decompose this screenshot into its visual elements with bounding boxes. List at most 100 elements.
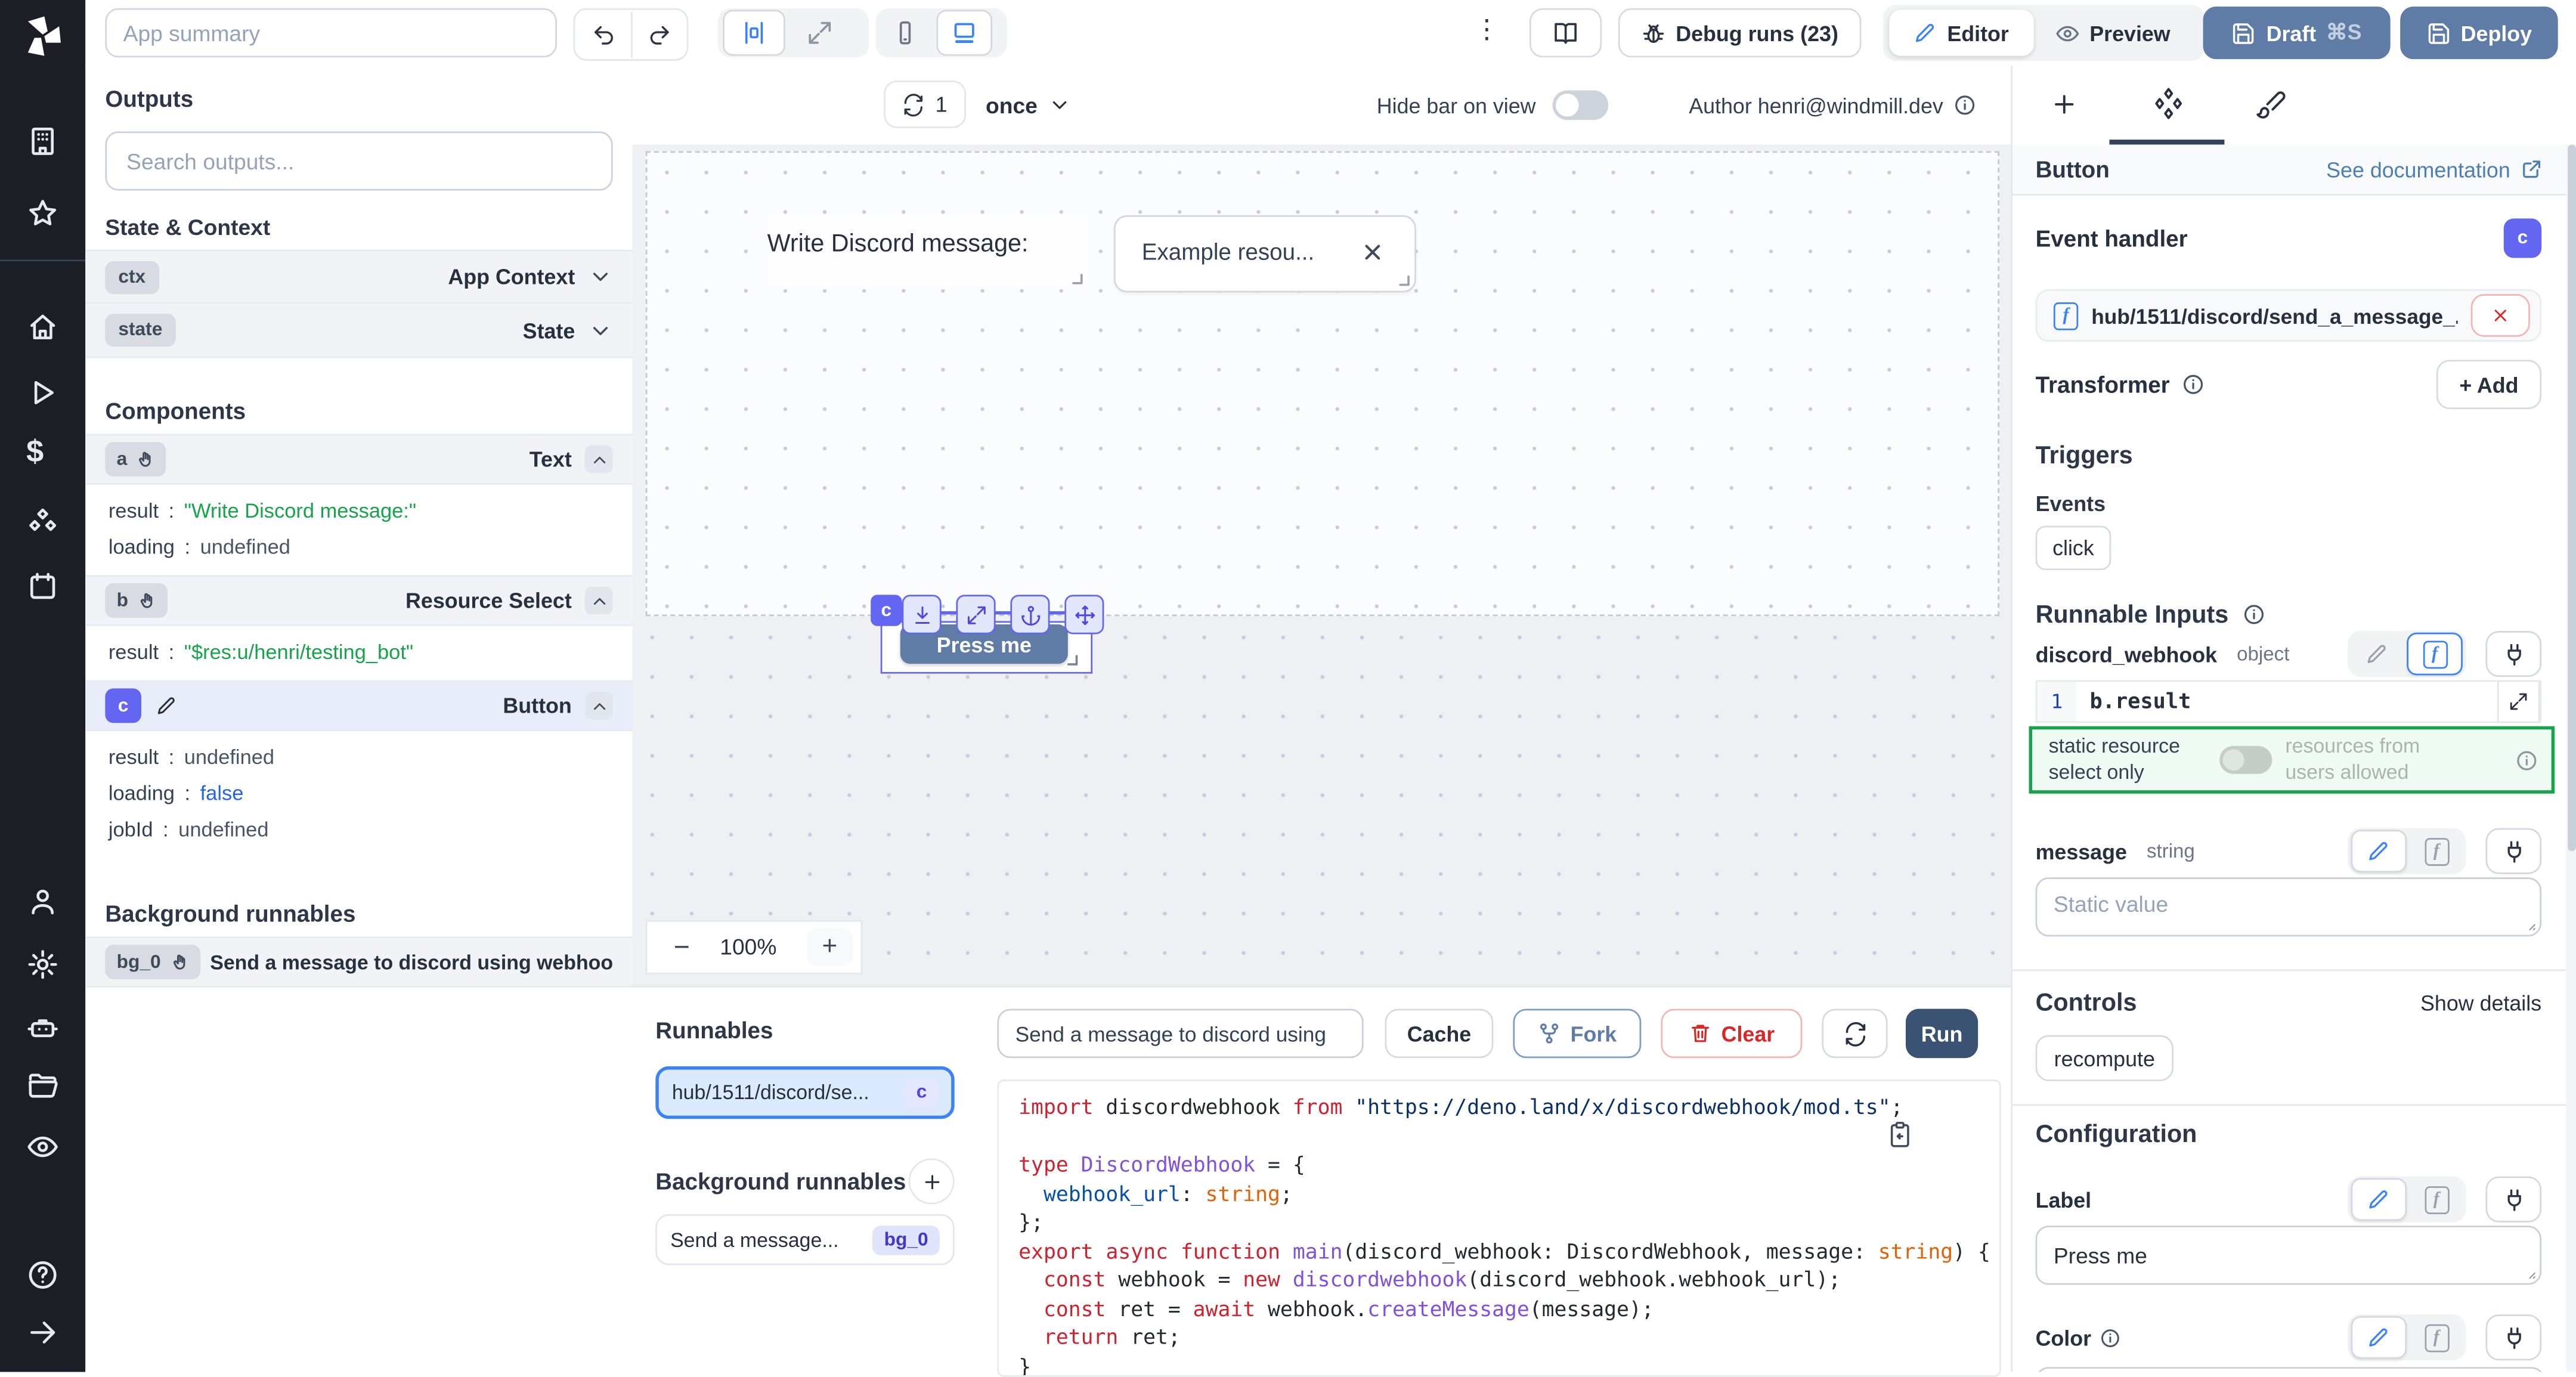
resize-grip-icon[interactable] [2522, 1265, 2537, 1280]
recompute-chip[interactable]: recompute [2036, 1035, 2174, 1081]
fork-button[interactable]: Fork [1513, 1009, 1641, 1059]
static-mode-button[interactable] [2351, 1316, 2407, 1359]
frequency-dropdown[interactable]: once [986, 85, 1070, 125]
info-icon[interactable] [2181, 373, 2205, 396]
rail-item-help[interactable] [26, 1258, 59, 1291]
static-mode-button[interactable] [2351, 634, 2404, 673]
anchor-component-button[interactable] [1010, 595, 1049, 634]
collapse-button[interactable] [585, 692, 613, 720]
debug-runs-button[interactable]: Debug runs (23) [1618, 8, 1862, 58]
ctx-row[interactable]: ctx App Context [85, 250, 632, 304]
event-handler-runnable[interactable]: f hub/1511/discord/send_a_message_... [2036, 289, 2542, 342]
text-component[interactable]: Write Discord message: [767, 215, 1088, 289]
connect-input-button[interactable] [2485, 1314, 2541, 1360]
zoom-out-button[interactable]: − [674, 931, 690, 964]
insert-below-button[interactable] [902, 595, 942, 634]
docs-button[interactable] [1530, 8, 1602, 58]
add-bg-runnable-button[interactable] [909, 1158, 955, 1204]
rail-item-expand[interactable] [26, 1316, 59, 1349]
info-icon[interactable] [2241, 603, 2265, 626]
bg-runnable-item[interactable]: Send a message... bg_0 [655, 1214, 954, 1265]
info-icon[interactable] [2100, 1327, 2121, 1348]
rail-item-home[interactable] [26, 311, 59, 344]
rail-item-folders[interactable] [26, 1070, 59, 1103]
rail-item-resources[interactable] [26, 506, 59, 539]
rail-item-workers[interactable] [26, 1010, 59, 1043]
collapse-button[interactable] [585, 587, 613, 615]
tab-preview[interactable]: Preview [2041, 10, 2185, 56]
move-component-button[interactable] [1064, 595, 1104, 634]
connect-input-button[interactable] [2485, 1177, 2541, 1223]
eval-mode-button[interactable]: f [2410, 1318, 2463, 1357]
component-c-header[interactable]: c Button [85, 680, 632, 731]
see-documentation-link[interactable]: See documentation [2326, 157, 2543, 181]
component-settings-tab[interactable] [2152, 87, 2185, 120]
undo-button[interactable] [575, 22, 631, 47]
code-editor[interactable]: import discordwebhook from "https://deno… [997, 1079, 2001, 1377]
label-input[interactable] [2036, 1226, 2542, 1285]
resource-select-component[interactable]: Example resou... [1114, 215, 1416, 292]
state-row[interactable]: state State [85, 304, 632, 358]
bg0-row[interactable]: bg_0 Send a message to discord using web… [85, 936, 632, 987]
eval-mode-button[interactable]: f [2410, 1180, 2463, 1219]
search-outputs-input[interactable] [105, 131, 612, 190]
scrollbar[interactable] [2566, 144, 2576, 1372]
expand-expr-button[interactable] [2497, 680, 2540, 723]
rail-item-variables[interactable]: $ [26, 435, 44, 472]
static-resource-toggle[interactable] [2219, 746, 2272, 774]
message-textarea[interactable] [2036, 877, 2542, 936]
connect-input-button[interactable] [2485, 828, 2541, 874]
runnable-selected-item[interactable]: hub/1511/discord/se... c [655, 1066, 954, 1119]
zoom-in-button[interactable]: + [807, 929, 853, 966]
kebab-menu[interactable]: ⋮ [1473, 13, 1500, 46]
eval-mode-button[interactable]: f [2410, 831, 2463, 871]
script-name-input[interactable] [997, 1009, 1363, 1059]
rail-item-settings[interactable] [26, 948, 59, 981]
color-input-partial[interactable] [2036, 1367, 2545, 1372]
desktop-view-button[interactable] [936, 10, 992, 56]
static-mode-button[interactable] [2351, 1178, 2407, 1221]
static-mode-button[interactable] [2351, 830, 2407, 872]
clear-selection-icon[interactable] [1360, 240, 1385, 264]
show-details-link[interactable]: Show details [2420, 990, 2541, 1014]
reload-code-button[interactable] [1822, 1009, 1887, 1059]
rail-item-favorites[interactable] [26, 197, 59, 230]
eval-mode-button[interactable]: f [2407, 633, 2463, 676]
resize-handle[interactable] [1395, 271, 1411, 288]
app-summary-input[interactable] [105, 8, 557, 58]
insert-component-tab[interactable] [2050, 91, 2078, 119]
resize-grip-icon[interactable] [2522, 917, 2537, 932]
rail-item-runs[interactable] [26, 376, 59, 409]
rail-item-user[interactable] [26, 886, 59, 918]
connect-input-button[interactable] [2485, 631, 2541, 677]
styling-tab[interactable] [2256, 89, 2287, 120]
refresh-count-button[interactable]: 1 [884, 81, 966, 128]
resize-handle[interactable] [1063, 651, 1080, 667]
expand-component-button[interactable] [956, 595, 995, 634]
hide-bar-toggle[interactable] [1552, 91, 1608, 120]
collapse-button[interactable] [585, 445, 613, 474]
copy-code-icon[interactable] [1886, 1119, 1914, 1150]
fullscreen-layout-button[interactable] [795, 20, 844, 46]
center-layout-button[interactable] [723, 10, 785, 56]
event-click-chip[interactable]: click [2036, 526, 2111, 570]
mobile-view-button[interactable] [881, 20, 930, 46]
resize-handle[interactable] [1068, 270, 1085, 286]
windmill-logo[interactable] [18, 11, 67, 61]
component-a-header[interactable]: a Text [85, 434, 632, 484]
info-icon[interactable] [1953, 94, 1976, 117]
rail-item-schedules[interactable] [26, 570, 59, 603]
rail-item-apps[interactable] [26, 125, 59, 157]
rail-item-audit[interactable] [26, 1131, 59, 1164]
deploy-button[interactable]: Deploy [2400, 7, 2558, 59]
redo-button[interactable] [633, 22, 687, 47]
expr-editor-row[interactable]: 1 b.result [2036, 680, 2542, 723]
info-icon[interactable] [2515, 748, 2538, 772]
cache-button[interactable]: Cache [1385, 1009, 1494, 1059]
clear-button[interactable]: Clear [1661, 1009, 1802, 1059]
canvas[interactable]: Write Discord message: Example resou... … [633, 144, 2011, 986]
run-button[interactable]: Run [1906, 1009, 1978, 1059]
tab-editor[interactable]: Editor [1889, 10, 2033, 56]
component-b-header[interactable]: b Resource Select [85, 575, 632, 626]
add-transformer-button[interactable]: + Add [2436, 360, 2541, 409]
